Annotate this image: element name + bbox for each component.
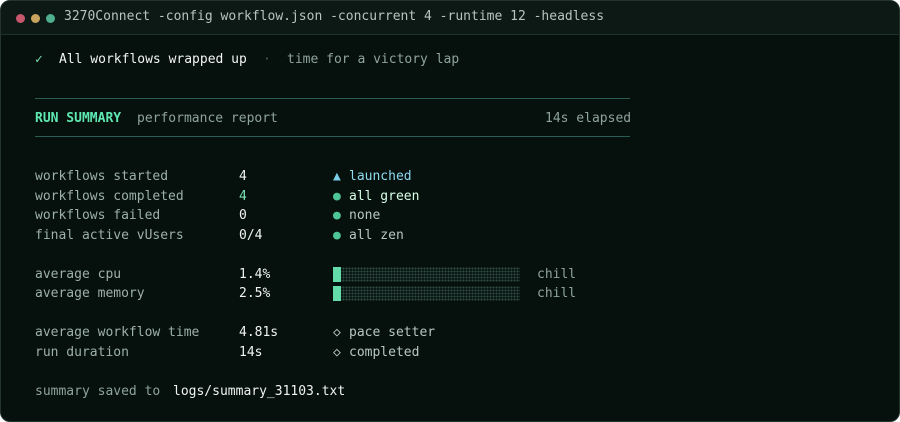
memory-usage-bar-fill — [333, 286, 341, 301]
status-dot-icon: ● — [333, 208, 341, 223]
stat-label: workflows completed — [35, 189, 184, 204]
stat-value: 4 — [239, 169, 247, 184]
title-bar: 3270Connect -config workflow.json -concu… — [1, 1, 899, 35]
stat-status: all green — [349, 189, 420, 204]
status-dot-icon: ● — [333, 189, 341, 204]
summary-saved-label: summary saved to — [35, 384, 161, 399]
close-window-button[interactable] — [16, 14, 25, 23]
completion-tagline: time for a victory lap — [287, 52, 460, 67]
triangle-up-icon: ▲ — [333, 169, 341, 184]
stat-status: all zen — [349, 228, 404, 243]
stat-value: 4 — [239, 189, 247, 204]
diamond-icon: ◇ — [333, 345, 341, 360]
minimize-window-button[interactable] — [31, 14, 40, 23]
cpu-usage-bar-fill — [333, 267, 341, 282]
status-dot-icon: ● — [333, 228, 341, 243]
cpu-usage-bar — [333, 267, 520, 282]
resource-value: 1.4% — [239, 267, 271, 282]
timing-value: 4.81s — [239, 325, 279, 340]
divider-bottom — [35, 136, 630, 137]
summary-subheading: performance report — [137, 111, 278, 126]
maximize-window-button[interactable] — [46, 14, 55, 23]
checkmark-icon: ✓ — [35, 52, 43, 67]
timing-label: average workflow time — [35, 325, 200, 340]
timing-label: run duration — [35, 345, 129, 360]
stat-label: workflows failed — [35, 208, 161, 223]
resource-label: average cpu — [35, 267, 122, 282]
stat-label: final active vUsers — [35, 228, 184, 243]
window-title: 3270Connect -config workflow.json -concu… — [64, 9, 605, 24]
timing-status: completed — [349, 345, 420, 360]
stat-status: launched — [349, 169, 412, 184]
resource-label: average memory — [35, 286, 145, 301]
elapsed-time: 14s elapsed — [545, 111, 632, 126]
stat-value: 0 — [239, 208, 247, 223]
stat-status: none — [349, 208, 381, 223]
stat-value: 0/4 — [239, 228, 263, 243]
terminal-window: 3270Connect -config workflow.json -concu… — [0, 0, 900, 422]
separator-dot: · — [263, 52, 271, 67]
resource-value: 2.5% — [239, 286, 271, 301]
timing-value: 14s — [239, 345, 263, 360]
resource-note: chill — [537, 286, 577, 301]
stat-label: workflows started — [35, 169, 169, 184]
summary-heading: RUN SUMMARY — [35, 111, 122, 126]
summary-file-path[interactable]: logs/summary_31103.txt — [173, 383, 345, 401]
memory-usage-bar — [333, 286, 520, 301]
completion-message: All workflows wrapped up — [59, 52, 247, 67]
timing-status: pace setter — [349, 325, 436, 340]
resource-note: chill — [537, 267, 577, 282]
diamond-icon: ◇ — [333, 325, 341, 340]
divider-top — [35, 98, 630, 99]
